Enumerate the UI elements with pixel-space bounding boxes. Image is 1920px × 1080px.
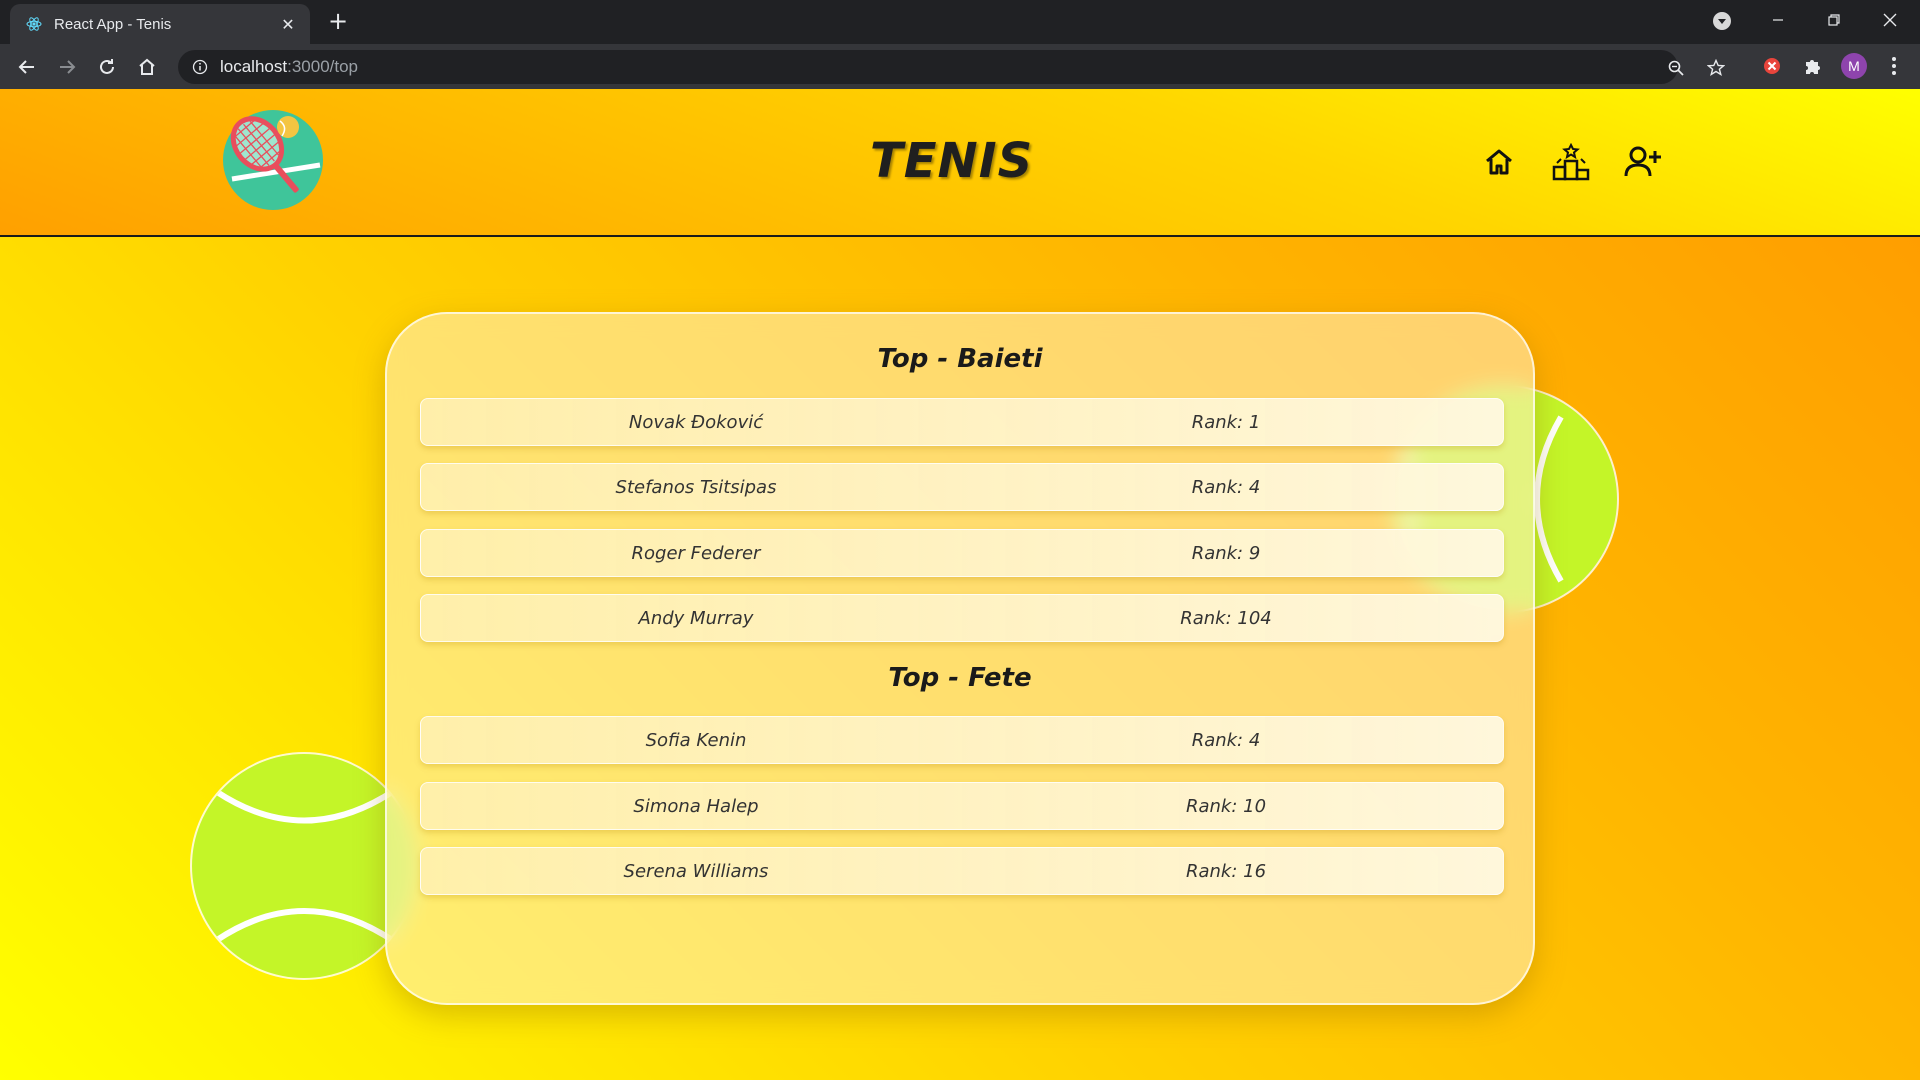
url-path: :3000/top [287,57,359,76]
player-name: Novak Đoković [628,412,764,433]
page: TENIS Top - Baieti Novak Đoković Rank: 1… [0,89,1920,1080]
app-header: TENIS [0,89,1920,237]
restore-button[interactable] [1806,0,1862,40]
nav-home-button[interactable] [1478,141,1520,183]
browser-tabstrip: React App - Tenis ✕ + [0,0,1920,44]
player-rank: Rank: 4 [1191,477,1261,498]
arrow-left-icon [18,60,34,74]
player-rank: Rank: 9 [1191,543,1261,564]
player-rank: Rank: 1 [1191,412,1261,433]
home-icon [1486,149,1512,175]
player-row: Roger Federer Rank: 9 [420,529,1504,577]
extensions-puzzle-icon[interactable] [1800,54,1824,78]
minimize-button[interactable] [1750,0,1806,40]
close-tab-icon[interactable]: ✕ [278,15,298,34]
tab-search-icon[interactable] [1713,12,1731,30]
boys-section-title: Top - Baieti [877,344,1043,374]
player-row: Andy Murray Rank: 104 [420,594,1504,642]
player-row: Sofia Kenin Rank: 4 [420,716,1504,764]
player-name: Simona Halep [633,796,759,817]
address-bar[interactable]: localhost:3000/top [178,50,1725,84]
tab-title: React App - Tenis [54,15,172,33]
forward-button[interactable] [52,52,82,82]
player-name: Stefanos Tsitsipas [615,477,777,498]
adblock-extension-icon[interactable] [1760,54,1784,78]
player-name: Sofia Kenin [645,730,747,751]
back-button[interactable] [12,52,42,82]
player-row: Stefanos Tsitsipas Rank: 4 [420,463,1504,511]
player-row: Simona Halep Rank: 10 [420,782,1504,830]
player-name: Roger Federer [631,543,761,564]
tennis-ball-icon [215,789,394,943]
close-icon [1883,13,1897,27]
leaderboard-icon [1552,143,1590,181]
arrow-right-icon [60,60,76,74]
minimize-icon [1773,19,1783,21]
tennis-racket-logo[interactable] [222,109,324,211]
player-rank: Rank: 104 [1180,608,1272,629]
player-rank: Rank: 4 [1191,730,1261,751]
bookmark-star-icon[interactable] [1706,58,1726,78]
player-rank: Rank: 10 [1185,796,1267,817]
tennis-ball-left [192,754,416,978]
close-window-button[interactable] [1862,0,1918,40]
nav-add-user-button[interactable] [1622,141,1664,183]
url-host: localhost [220,57,288,76]
add-user-icon [1624,146,1661,177]
reload-icon [100,59,114,74]
brand-title: TENIS [870,133,1034,189]
player-row: Novak Đoković Rank: 1 [420,398,1504,446]
girls-section-title: Top - Fete [888,663,1032,693]
restore-icon [1828,14,1840,26]
nav-leaderboard-button[interactable] [1550,141,1592,183]
browser-menu-icon[interactable] [1886,54,1902,78]
home-button[interactable] [132,52,162,82]
player-name: Andy Murray [638,608,754,629]
player-rank: Rank: 16 [1185,861,1267,882]
new-tab-button[interactable]: + [326,9,350,34]
info-icon[interactable] [192,59,208,75]
player-row: Serena Williams Rank: 16 [420,847,1504,895]
player-name: Serena Williams [623,861,769,882]
reload-button[interactable] [92,52,122,82]
react-icon [26,17,42,31]
ranking-card: Top - Baieti Novak Đoković Rank: 1 Stefa… [385,312,1535,1005]
browser-tab[interactable]: React App - Tenis ✕ [10,4,310,44]
browser-toolbar: localhost:3000/top [0,44,1920,89]
profile-avatar[interactable]: M [1841,53,1867,79]
zoom-icon[interactable] [1666,58,1686,78]
home-icon [139,58,155,75]
